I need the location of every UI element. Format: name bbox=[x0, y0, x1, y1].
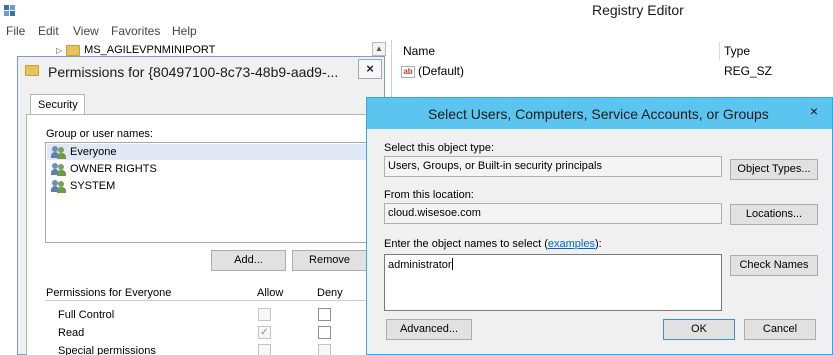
permission-label-full-control: Full Control bbox=[58, 309, 115, 321]
users-icon bbox=[51, 162, 67, 176]
column-header-name[interactable]: Name bbox=[403, 44, 435, 62]
group-list[interactable]: Everyone OWNER RIGHTS SYSTEM bbox=[45, 142, 368, 243]
registry-editor-icon bbox=[4, 5, 15, 16]
menu-view[interactable]: View bbox=[73, 24, 99, 38]
enter-names-label: Enter the object names to select (exampl… bbox=[384, 238, 602, 250]
tab-security[interactable]: Security bbox=[30, 94, 85, 115]
close-button[interactable]: × bbox=[799, 100, 829, 122]
group-item-system[interactable]: SYSTEM bbox=[51, 178, 115, 194]
permission-label-read: Read bbox=[58, 327, 85, 339]
allow-checkbox-full-control[interactable] bbox=[258, 308, 271, 321]
users-icon bbox=[51, 145, 67, 159]
object-types-button[interactable]: Object Types... bbox=[730, 159, 818, 180]
deny-checkbox-special[interactable] bbox=[318, 344, 331, 355]
location-field: cloud.wisesoe.com bbox=[384, 203, 722, 224]
tree-item[interactable]: ▷ MS_AGILEVPNMINIPORT bbox=[56, 43, 215, 57]
users-icon bbox=[51, 179, 67, 193]
window-title: Registry Editor bbox=[592, 2, 684, 18]
text-caret bbox=[451, 258, 453, 270]
menu-file[interactable]: File bbox=[6, 24, 25, 38]
cancel-button[interactable]: Cancel bbox=[744, 319, 816, 340]
column-header-type[interactable]: Type bbox=[724, 44, 750, 62]
add-button[interactable]: Add... bbox=[211, 250, 286, 271]
scroll-up-arrow-icon[interactable]: ▲ bbox=[372, 42, 386, 56]
security-panel: Group or user names: Everyone OWNER RIGH… bbox=[26, 114, 378, 355]
column-divider[interactable] bbox=[719, 42, 720, 60]
group-item-everyone[interactable]: Everyone bbox=[47, 144, 366, 160]
check-names-button[interactable]: Check Names bbox=[730, 255, 818, 276]
locations-button[interactable]: Locations... bbox=[730, 204, 818, 225]
folder-icon bbox=[66, 44, 81, 56]
permissions-title: Permissions for {80497100-8c73-48b9-aad9… bbox=[48, 64, 339, 80]
permissions-titlebar: Permissions for {80497100-8c73-48b9-aad9… bbox=[18, 57, 384, 87]
deny-checkbox-read[interactable] bbox=[318, 326, 331, 339]
value-row-name[interactable]: ab (Default) bbox=[401, 64, 464, 78]
ok-button[interactable]: OK bbox=[663, 319, 735, 340]
close-button[interactable]: × bbox=[358, 59, 382, 79]
object-names-input[interactable]: administrator bbox=[384, 254, 722, 311]
menu-help[interactable]: Help bbox=[172, 24, 197, 38]
location-label: From this location: bbox=[384, 189, 474, 201]
allow-checkbox-read[interactable]: ✓ bbox=[258, 326, 271, 339]
value-row-type: REG_SZ bbox=[724, 64, 773, 78]
tree-item-label: MS_AGILEVPNMINIPORT bbox=[84, 44, 216, 56]
object-type-field: Users, Groups, or Built-in security prin… bbox=[384, 156, 722, 177]
allow-checkbox-special[interactable] bbox=[258, 344, 271, 355]
permissions-for-label: Permissions for Everyone bbox=[46, 287, 172, 299]
divider bbox=[45, 300, 368, 301]
menu-bar: File Edit View Favorites Help bbox=[0, 21, 833, 40]
select-users-dialog: Select Users, Computers, Service Account… bbox=[366, 97, 833, 355]
deny-checkbox-full-control[interactable] bbox=[318, 308, 331, 321]
group-list-label: Group or user names: bbox=[46, 128, 153, 140]
group-item-owner-rights[interactable]: OWNER RIGHTS bbox=[51, 161, 157, 177]
select-users-titlebar: Select Users, Computers, Service Account… bbox=[367, 98, 832, 129]
deny-column-label: Deny bbox=[317, 287, 343, 299]
allow-column-label: Allow bbox=[257, 287, 284, 299]
expand-arrow-icon[interactable]: ▷ bbox=[56, 46, 62, 55]
permission-label-special: Special permissions bbox=[58, 345, 156, 355]
permissions-dialog: Permissions for {80497100-8c73-48b9-aad9… bbox=[17, 56, 385, 355]
menu-favorites[interactable]: Favorites bbox=[111, 24, 160, 38]
select-users-title: Select Users, Computers, Service Account… bbox=[428, 106, 769, 122]
examples-link[interactable]: examples bbox=[548, 238, 595, 250]
advanced-button[interactable]: Advanced... bbox=[386, 319, 472, 340]
folder-icon bbox=[25, 65, 39, 76]
string-value-icon: ab bbox=[401, 65, 415, 78]
menu-edit[interactable]: Edit bbox=[38, 24, 59, 38]
object-type-label: Select this object type: bbox=[384, 142, 495, 154]
remove-button[interactable]: Remove bbox=[292, 250, 367, 271]
registry-titlebar: Registry Editor bbox=[0, 0, 833, 20]
